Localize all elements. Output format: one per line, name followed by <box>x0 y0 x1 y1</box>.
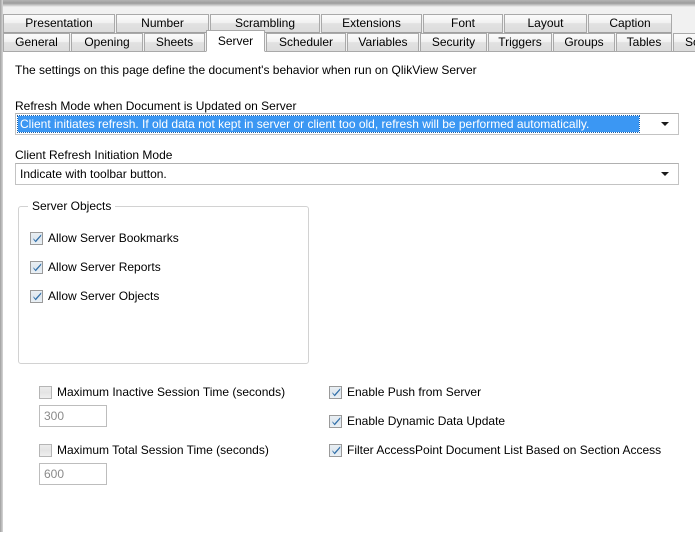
checkbox-label: Enable Push from Server <box>347 385 482 399</box>
checkbox-unchecked-icon[interactable] <box>39 386 52 399</box>
tab-variables[interactable]: Variables <box>347 33 419 52</box>
tab-general[interactable]: General <box>3 33 70 52</box>
tab-font[interactable]: Font <box>423 14 503 33</box>
checkbox-checked-icon[interactable] <box>30 232 43 245</box>
checkbox-checked-icon[interactable] <box>329 386 342 399</box>
checkbox-label: Allow Server Objects <box>48 289 160 303</box>
checkbox-checked-icon[interactable] <box>329 444 342 457</box>
tab-presentation[interactable]: Presentation <box>3 14 115 33</box>
input-value: 600 <box>44 467 65 481</box>
page-intro-text: The settings on this page define the doc… <box>15 63 477 77</box>
checkbox-label: Enable Dynamic Data Update <box>347 414 506 428</box>
checkbox-checked-icon[interactable] <box>30 290 43 303</box>
chevron-down-icon[interactable] <box>654 116 676 132</box>
server-objects-group-title: Server Objects <box>28 199 116 213</box>
tab-triggers[interactable]: Triggers <box>488 33 552 52</box>
checkbox-checked-icon[interactable] <box>30 261 43 274</box>
checkbox-checked-icon[interactable] <box>329 415 342 428</box>
tab-caption[interactable]: Caption <box>588 14 672 33</box>
server-tab-page: The settings on this page define the doc… <box>3 51 695 533</box>
tab-tables[interactable]: Tables <box>616 33 672 52</box>
refresh-mode-combo[interactable]: Client initiates refresh. If old data no… <box>15 113 679 135</box>
tab-groups[interactable]: Groups <box>553 33 615 52</box>
tab-opening[interactable]: Opening <box>71 33 143 52</box>
checkbox-label: Allow Server Bookmarks <box>48 231 179 245</box>
maximum-total-session-time-input[interactable]: 600 <box>39 463 107 485</box>
input-value: 300 <box>44 409 65 423</box>
checkbox-label: Maximum Total Session Time (seconds) <box>57 443 269 457</box>
client-refresh-mode-label: Client Refresh Initiation Mode <box>15 148 173 162</box>
maximum-inactive-session-time-input[interactable]: 300 <box>39 405 107 427</box>
tab-row-bottom: General Opening Sheets Server Scheduler Varia… <box>3 30 695 52</box>
checkmark-icon <box>332 446 341 455</box>
server-objects-group: Server Objects Allow Server Bookmarks Al… <box>18 199 309 364</box>
checkbox-label: Maximum Inactive Session Time (seconds) <box>57 385 286 399</box>
refresh-mode-label: Refresh Mode when Document is Updated on… <box>15 99 297 113</box>
chevron-down-icon[interactable] <box>654 166 676 182</box>
tab-number[interactable]: Number <box>116 14 209 33</box>
checkbox-label: Filter AccessPoint Document List Based o… <box>347 443 662 457</box>
checkbox-unchecked-icon[interactable] <box>39 444 52 457</box>
tab-strip: Presentation Number Scrambling Extensions Fo… <box>3 7 695 52</box>
tab-sort[interactable]: Sort <box>673 33 695 52</box>
tab-security[interactable]: Security <box>420 33 487 52</box>
tab-server[interactable]: Server <box>206 30 265 52</box>
checkmark-icon <box>33 234 42 243</box>
checkmark-icon <box>33 263 42 272</box>
checkmark-icon <box>33 292 42 301</box>
checkmark-icon <box>332 417 341 426</box>
tab-sheets[interactable]: Sheets <box>144 33 205 52</box>
tab-row-top: Presentation Number Scrambling Extensions Fo… <box>3 14 673 33</box>
checkbox-label: Allow Server Reports <box>48 260 161 274</box>
client-refresh-mode-combo[interactable]: Indicate with toolbar button. <box>15 163 679 185</box>
tab-extensions[interactable]: Extensions <box>321 14 422 33</box>
checkmark-icon <box>332 388 341 397</box>
window-top-edge <box>0 0 695 7</box>
document-properties-dialog: Presentation Number Scrambling Extensions Fo… <box>0 0 695 533</box>
refresh-mode-value[interactable]: Client initiates refresh. If old data no… <box>17 115 640 133</box>
tab-layout[interactable]: Layout <box>504 14 587 33</box>
tab-scheduler[interactable]: Scheduler <box>266 33 346 52</box>
client-refresh-mode-value[interactable]: Indicate with toolbar button. <box>18 166 639 182</box>
